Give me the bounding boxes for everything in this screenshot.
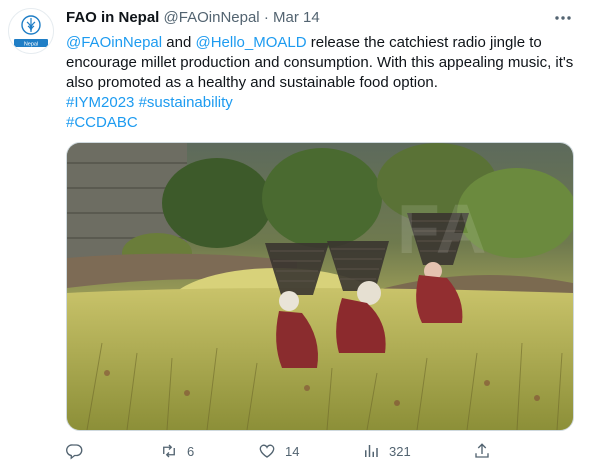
tweet-card[interactable]: Nepal FAO in Nepal @FAOinNepal · Mar 14 … [0, 0, 592, 469]
mention-fao[interactable]: @FAOinNepal [66, 34, 162, 51]
avatar-label: Nepal [24, 42, 38, 48]
tweet-date[interactable]: Mar 14 [273, 9, 320, 26]
author-handle[interactable]: @FAOinNepal [164, 9, 260, 26]
tweet-text: @FAOinNepal and @Hello_MOALD release the… [66, 33, 576, 133]
like-button[interactable]: 14 [258, 440, 299, 462]
heart-icon [259, 444, 275, 458]
svg-text:FA: FA [397, 190, 486, 268]
hashtag-sustainability[interactable]: #sustainability [139, 94, 233, 111]
millet-field-photo: FA [67, 143, 573, 430]
retweet-button[interactable]: 6 [160, 440, 194, 462]
retweet-count: 6 [187, 443, 195, 459]
header-separator: · [263, 9, 269, 26]
share-button[interactable] [473, 440, 491, 462]
action-bar: 6 14 321 [0, 440, 592, 464]
tweet-text-and: and [162, 34, 196, 51]
views-icon [365, 445, 378, 457]
avatar[interactable]: Nepal [8, 8, 54, 54]
author-name[interactable]: FAO in Nepal [66, 9, 159, 26]
reply-button[interactable] [66, 440, 84, 462]
mention-moald[interactable]: @Hello_MOALD [195, 34, 306, 51]
retweet-icon [163, 444, 175, 458]
views-count: 321 [389, 443, 411, 459]
share-icon [475, 443, 489, 458]
fao-logo-icon: Nepal [9, 9, 53, 53]
like-count: 14 [285, 443, 300, 459]
tweet-media-image[interactable]: FA [66, 142, 574, 431]
tweet-header: FAO in Nepal @FAOinNepal · Mar 14 [66, 9, 320, 27]
more-options-icon[interactable] [552, 11, 574, 25]
reply-icon [66, 444, 83, 460]
views-button[interactable]: 321 [362, 440, 411, 462]
hashtag-iym2023[interactable]: #IYM2023 [66, 94, 134, 111]
hashtag-ccdabc[interactable]: #CCDABC [66, 114, 138, 131]
